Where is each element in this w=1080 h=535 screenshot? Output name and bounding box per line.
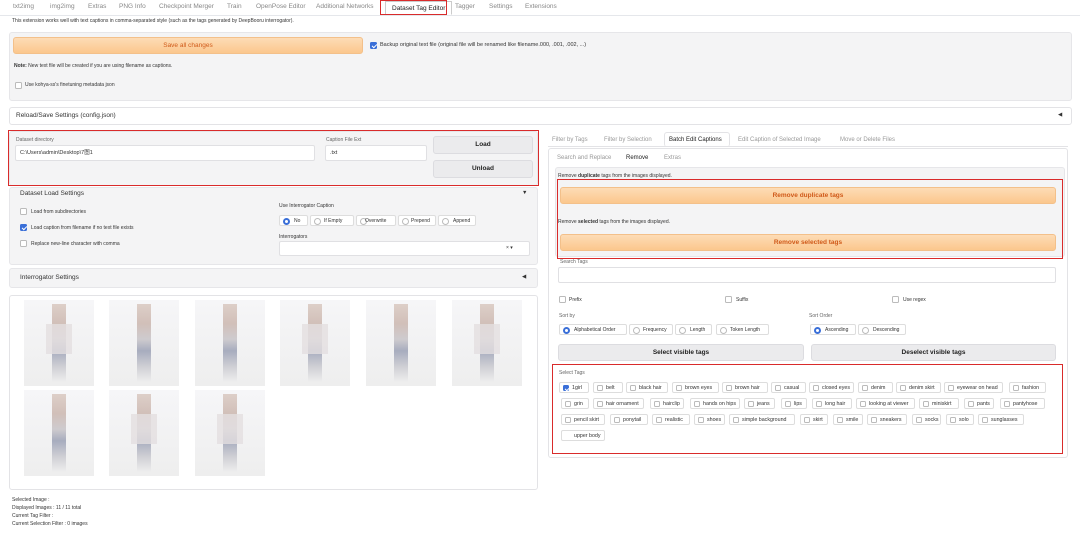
tab-divider xyxy=(548,146,1068,147)
tab-checkpoint-merger[interactable]: Checkpoint Merger xyxy=(159,3,214,10)
search-tags-label: Search Tags xyxy=(560,259,588,265)
deselect-visible-tags-button[interactable]: Deselect visible tags xyxy=(811,344,1056,361)
load-caption-filename-label: Load caption from filename if no text fi… xyxy=(31,225,134,231)
load-subdirs-checkbox[interactable] xyxy=(20,208,27,215)
interrogator-settings-accordion[interactable] xyxy=(9,268,538,288)
tab-train[interactable]: Train xyxy=(227,3,242,10)
gallery-thumb[interactable] xyxy=(195,300,265,386)
sort-order-descending[interactable]: Descending xyxy=(858,324,906,335)
backup-label: Backup original text file (original file… xyxy=(380,42,587,48)
use-regex-checkbox[interactable] xyxy=(892,296,899,303)
use-regex-label: Use regex xyxy=(903,297,926,303)
reload-save-accordion[interactable] xyxy=(9,107,1072,125)
prefix-checkbox[interactable] xyxy=(559,296,566,303)
sort-by-label: Sort by xyxy=(559,313,575,319)
highlight-box-tab xyxy=(380,0,447,15)
tab-filter-by-tags[interactable]: Filter by Tags xyxy=(552,137,588,143)
subtab-extras[interactable]: Extras xyxy=(664,155,681,161)
gallery-thumb[interactable] xyxy=(452,300,522,386)
interrogators-label: Interrogators xyxy=(279,234,308,240)
load-subdirs-label: Load from subdirectories xyxy=(31,209,87,215)
prefix-label: Prefix xyxy=(569,297,582,303)
backup-checkbox[interactable] xyxy=(370,42,377,49)
tab-openpose-editor[interactable]: OpenPose Editor xyxy=(256,3,306,10)
highlight-box-dataset xyxy=(8,130,539,186)
tab-extras[interactable]: Extras xyxy=(88,3,106,10)
tab-img2img[interactable]: img2img xyxy=(50,3,75,10)
top-tab-bar: txt2img img2img Extras PNG Info Checkpoi… xyxy=(0,0,1080,16)
suffix-label: Suffix xyxy=(736,297,749,303)
tab-additional-networks[interactable]: Additional Networks xyxy=(316,3,373,10)
select-visible-tags-button[interactable]: Select visible tags xyxy=(558,344,804,361)
highlight-box-select-tags xyxy=(552,364,1063,454)
suffix-checkbox[interactable] xyxy=(725,296,732,303)
interrogator-opt-append[interactable]: Append xyxy=(438,215,476,226)
sort-order-label: Sort Order xyxy=(809,313,833,319)
tab-tagger[interactable]: Tagger xyxy=(455,3,475,10)
interrogator-caret-icon: ◀ xyxy=(522,274,527,280)
use-interrogator-caption-label: Use Interrogator Caption xyxy=(279,203,334,209)
tab-settings[interactable]: Settings xyxy=(489,3,513,10)
sort-by-token-length[interactable]: Token Length xyxy=(716,324,769,335)
kohya-label: Use kohya-ss's finetuning metadata json xyxy=(25,82,115,88)
sort-by-alphabetical[interactable]: Alphabetical Order xyxy=(559,324,627,335)
gallery-thumb[interactable] xyxy=(109,390,179,476)
interrogator-opt-no[interactable]: No xyxy=(279,215,308,226)
interrogator-opt-if-empty[interactable]: If Empty xyxy=(310,215,354,226)
dataset-load-caret-icon: ▼ xyxy=(522,190,528,196)
interrogators-select[interactable] xyxy=(279,241,530,256)
tab-txt2img[interactable]: txt2img xyxy=(13,3,34,10)
subtab-remove[interactable]: Remove xyxy=(626,155,648,161)
interrogator-settings-title: Interrogator Settings xyxy=(20,274,79,281)
search-tags-input[interactable] xyxy=(558,267,1056,283)
status-selected-image: Selected Image : xyxy=(12,497,50,503)
highlight-box-remove xyxy=(557,179,1063,259)
subtab-search-replace[interactable]: Search and Replace xyxy=(557,155,611,161)
gallery-thumb[interactable] xyxy=(195,390,265,476)
gallery-thumb[interactable] xyxy=(109,300,179,386)
interrogators-clear-icon[interactable]: × ▾ xyxy=(506,245,513,251)
tab-edit-caption-selected[interactable]: Edit Caption of Selected Image xyxy=(738,137,821,143)
tab-png-info[interactable]: PNG Info xyxy=(119,3,146,10)
gallery-thumb[interactable] xyxy=(280,300,350,386)
tab-batch-edit-captions[interactable]: Batch Edit Captions xyxy=(669,137,722,143)
gallery-thumb[interactable] xyxy=(24,390,94,476)
sort-by-length[interactable]: Length xyxy=(675,324,712,335)
intro-text: This extension works well with text capt… xyxy=(12,18,294,24)
reload-save-caret-icon: ◀ xyxy=(1058,112,1063,118)
tab-extensions[interactable]: Extensions xyxy=(525,3,557,10)
interrogator-opt-prepend[interactable]: Prepend xyxy=(398,215,436,226)
status-displayed-images: Displayed Images : 11 / 11 total xyxy=(12,505,82,511)
gallery-thumb[interactable] xyxy=(366,300,436,386)
dataset-load-settings-title[interactable]: Dataset Load Settings xyxy=(20,190,84,197)
tab-filter-by-selection[interactable]: Filter by Selection xyxy=(604,137,652,143)
status-current-selection-filter: Current Selection Filter : 0 images xyxy=(12,521,88,527)
sort-order-ascending[interactable]: Ascending xyxy=(810,324,856,335)
kohya-checkbox[interactable] xyxy=(15,82,22,89)
interrogator-opt-overwrite[interactable]: Overwrite xyxy=(356,215,396,226)
status-current-tag-filter: Current Tag Filter : xyxy=(12,513,54,519)
replace-newline-checkbox[interactable] xyxy=(20,240,27,247)
sort-by-frequency[interactable]: Frequency xyxy=(629,324,673,335)
save-all-button[interactable]: Save all changes xyxy=(13,37,363,54)
tab-move-delete-files[interactable]: Move or Delete Files xyxy=(840,137,895,143)
note-text: New text file will be created if you are… xyxy=(28,63,173,69)
reload-save-label: Reload/Save Settings (config.json) xyxy=(16,112,116,119)
gallery-thumb[interactable] xyxy=(24,300,94,386)
note-bold: Note: xyxy=(14,63,27,69)
replace-newline-label: Replace new-line character with comma xyxy=(31,241,120,247)
load-caption-filename-checkbox[interactable] xyxy=(20,224,27,231)
gallery-thumb[interactable] xyxy=(280,390,350,476)
